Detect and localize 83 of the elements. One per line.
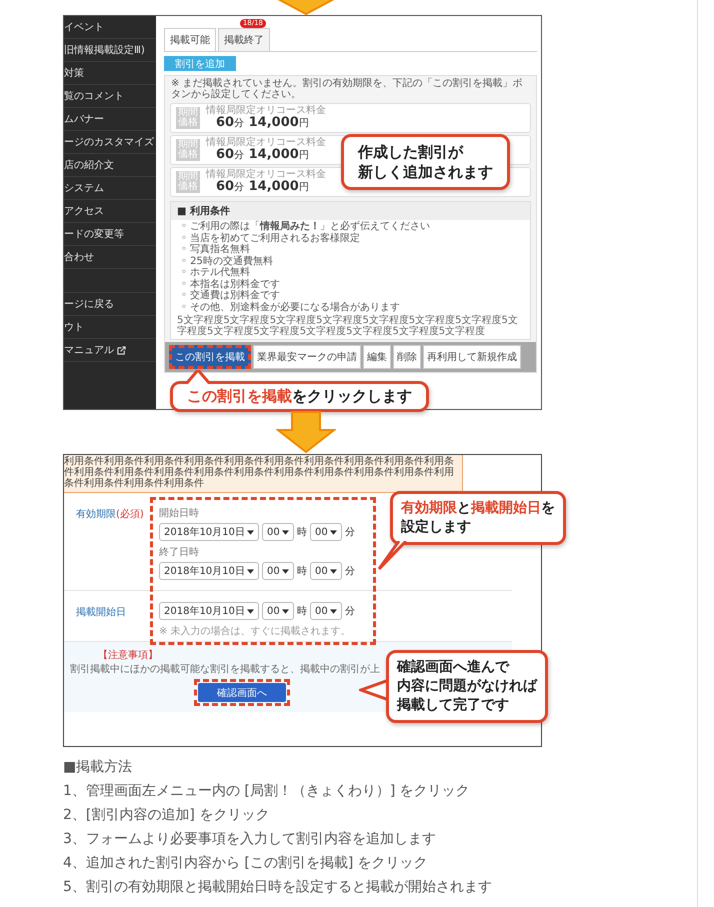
date-select[interactable]: 2018年10月10日 xyxy=(159,602,259,620)
hour-select[interactable]: 00 xyxy=(262,602,294,620)
price-text: 60分 14,000円 xyxy=(215,116,310,131)
speech-bubble: 有効期限と掲載開始日 を 設定します xyxy=(390,491,566,545)
notice-text: ※ まだ掲載されていません。割引の有効期限を、下記の「この割引を掲載」ボタンから設定してください。 xyxy=(170,76,524,102)
confirm-button[interactable]: 確認画面へ xyxy=(198,683,286,702)
sidebar-item[interactable]: ージのカスタマイズ xyxy=(64,135,154,149)
sidebar-item[interactable]: ウト xyxy=(64,320,84,334)
tab[interactable]: 掲載可能 xyxy=(164,28,216,51)
minute-select[interactable]: 00 xyxy=(310,523,342,541)
caret-icon xyxy=(247,568,254,574)
hint-text: ※ 未入力の場合は、すぐに掲載されます。 xyxy=(159,624,351,638)
unit-label: 分 xyxy=(345,565,355,578)
section-heading: ■掲載方法 xyxy=(63,758,132,777)
hour-select[interactable]: 00 xyxy=(262,523,294,541)
price-text: 60分 14,000円 xyxy=(215,180,310,195)
caret-icon xyxy=(282,530,289,534)
sidebar-item[interactable]: アクセス xyxy=(64,204,104,218)
down-arrow-icon xyxy=(276,410,336,454)
caret-icon xyxy=(330,530,337,534)
sidebar-item[interactable]: 対策 xyxy=(64,66,84,80)
filler-text: 利用条件利用条件利用条件利用条件利用条件利用条件利用条件利用条件利用条件利用条件利用条件利用条件利用条件利用条件利用条件利用条件利用条件利用条件利用条件利用条件利用条件利用条件利用条件 xyxy=(64,456,454,489)
field-label: 有効期限(必須) xyxy=(75,508,144,519)
sidebar-item[interactable]: 旧情報掲載設定Ⅲ) xyxy=(64,43,145,57)
date-select[interactable]: 2018年10月10日 xyxy=(159,523,259,541)
action-button[interactable]: 削除 xyxy=(393,345,421,369)
sidebar-item[interactable]: ージに戻る xyxy=(64,297,114,311)
date-select[interactable]: 2018年10月10日 xyxy=(159,562,259,580)
speech-tail xyxy=(377,541,407,571)
action-button[interactable]: 編集 xyxy=(363,345,391,369)
field-label: 終了日時 xyxy=(159,546,199,559)
action-button[interactable]: 再利用して新規作成 xyxy=(423,345,521,369)
caret-icon xyxy=(247,608,254,614)
step-text: 4、追加された割引内容から [この割引を掲載] をクリック xyxy=(63,854,428,873)
unit-label: 時 xyxy=(297,604,307,618)
sidebar-item[interactable]: ムバナー xyxy=(64,112,104,126)
step-text: 3、フォームより必要事項を入力して割引内容を追加します xyxy=(63,830,436,849)
sidebar-item[interactable]: 合わせ xyxy=(64,250,94,264)
condition-item: ◦ ホテル代無料 xyxy=(181,267,250,278)
sidebar-item[interactable]: ードの変更等 xyxy=(64,227,124,241)
condition-item: ◦ 交通費は別料金です xyxy=(181,290,280,302)
course-title: 情報局限定オリコース料金 xyxy=(206,137,326,148)
unit-label: 分 xyxy=(345,526,355,539)
caution-text: 割引掲載中にほかの掲載可能な割引を掲載すると、掲載中の割引が上 xyxy=(70,662,380,676)
caret-icon xyxy=(330,608,337,614)
unit-label: 分 xyxy=(345,605,355,618)
down-arrow-icon xyxy=(276,0,336,15)
condition-item: ◦ 本指名は別料金です xyxy=(181,278,280,290)
condition-item: ◦ その他、別途料金が必要になる場合があります xyxy=(181,302,400,313)
price-text: 60分 14,000円 xyxy=(215,148,310,163)
sidebar-item[interactable]: 覧のコメント xyxy=(64,89,124,103)
section-header: ■ 利用条件 xyxy=(171,202,530,220)
tab[interactable]: 掲載終了 xyxy=(218,28,270,51)
speech-bubble: 確認画面へ進んで 内容に問題がなければ 掲載して完了です xyxy=(386,650,548,723)
field-label: 掲載開始日 xyxy=(75,606,126,617)
caret-icon xyxy=(282,568,289,574)
action-button[interactable]: 業界最安マークの申請 xyxy=(253,345,361,369)
step-text: 2、[割引内容の追加] をクリック xyxy=(63,806,270,825)
sidebar-item[interactable]: マニュアル xyxy=(64,343,114,357)
course-title: 情報局限定オリコース料金 xyxy=(206,105,326,116)
sidebar-item[interactable]: システム xyxy=(64,181,104,195)
sidebar-item[interactable]: イベント xyxy=(64,20,104,34)
caution-title: 【注意事項】 xyxy=(98,648,158,662)
sidebar-item[interactable]: 店の紹介文 xyxy=(64,158,114,172)
action-button[interactable]: この割引を掲載 xyxy=(169,345,251,369)
minute-select[interactable]: 00 xyxy=(310,602,342,620)
step-text: 1、管理画面左メニュー内の [局割！（きょくわり）] をクリック xyxy=(63,782,470,801)
caret-icon xyxy=(247,530,254,534)
hour-select[interactable]: 00 xyxy=(262,562,294,580)
unit-label: 時 xyxy=(297,526,307,539)
minute-select[interactable]: 00 xyxy=(310,562,342,580)
condition-item: ◦ 25時の交通費無料 xyxy=(181,256,273,266)
course-title: 情報局限定オリコース料金 xyxy=(206,169,326,180)
unit-label: 時 xyxy=(297,564,307,578)
condition-item: ◦ 写真指名無料 xyxy=(181,244,250,256)
step-text: 5、割引の有効期限と掲載開始日時を設定すると掲載が開始されます xyxy=(63,878,492,897)
condition-item: ◦ 当店を初めてご利用されるお客様限定 xyxy=(181,232,360,244)
field-label: 開始日時 xyxy=(159,506,199,520)
filler-text: 5文字程度5文字程度5文字程度5文字程度5文字程度5文字程度5文字程度5文字程度5文字程度5文字程度5文字程度5文字程度5文字程度5文字程度 xyxy=(176,314,519,339)
speech-bubble: 作成した割引が 新しく追加されます xyxy=(341,134,510,190)
caret-icon xyxy=(282,608,289,614)
caret-icon xyxy=(330,568,337,574)
condition-item: ◦ ご利用の際は「情報局みた！」と必ず伝えてください xyxy=(181,221,430,232)
